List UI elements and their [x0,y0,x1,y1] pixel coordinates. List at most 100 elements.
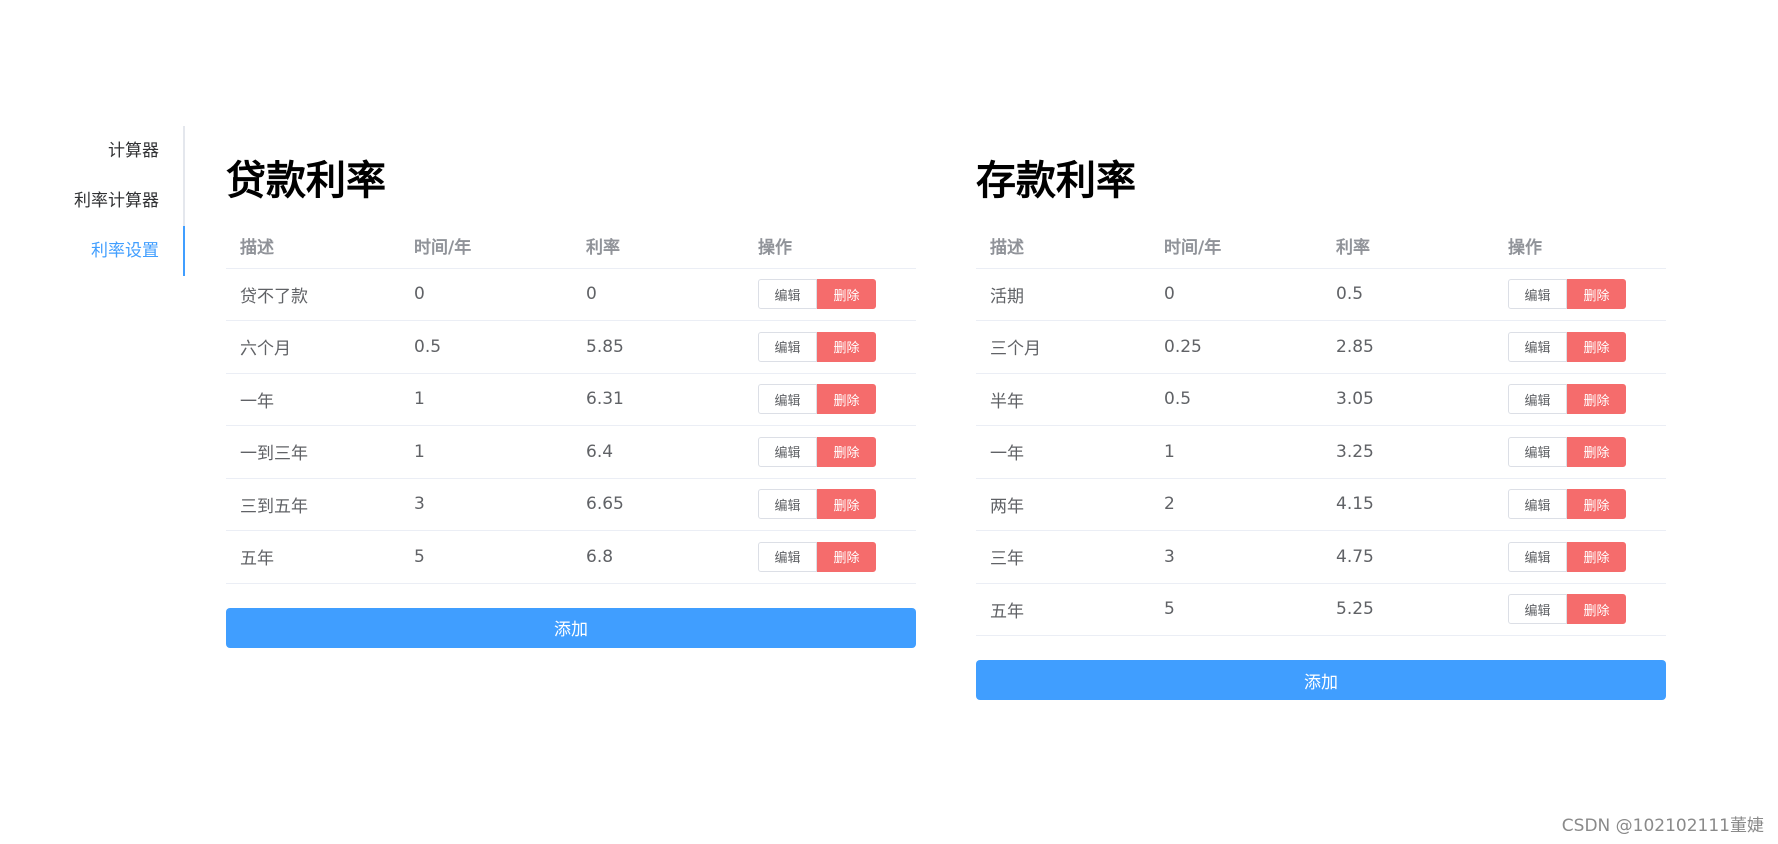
cell-desc: 三到五年 [226,478,400,531]
cell-desc: 半年 [976,373,1150,426]
cell-rate: 4.15 [1322,478,1494,531]
edit-button[interactable]: 编辑 [1508,279,1567,310]
table-header-row: 描述 时间/年 利率 操作 [226,224,916,269]
table-row: 活期 0 0.5 编辑 删除 [976,268,1666,321]
table-row: 一年 1 3.25 编辑 删除 [976,425,1666,479]
tab-calculator[interactable]: 计算器 [40,126,183,176]
table-row: 两年 2 4.15 编辑 删除 [976,478,1666,531]
cell-desc: 三个月 [976,320,1150,374]
cell-rate: 5.25 [1322,583,1494,636]
delete-button[interactable]: 删除 [1567,384,1626,415]
table-row: 一到三年 1 6.4 编辑 删除 [226,425,916,479]
column-header-desc: 描述 [976,224,1150,269]
edit-button[interactable]: 编辑 [1508,594,1567,625]
column-header-actions: 操作 [744,224,916,269]
column-header-years: 时间/年 [1150,224,1322,269]
cell-years: 0 [1150,268,1322,321]
table-row: 五年 5 6.8 编辑 删除 [226,530,916,584]
cell-years: 0.5 [400,320,572,374]
edit-button[interactable]: 编辑 [758,384,817,415]
cell-desc: 贷不了款 [226,268,400,321]
cell-rate: 0.5 [1322,268,1494,321]
delete-button[interactable]: 删除 [817,331,876,362]
table-row: 五年 5 5.25 编辑 删除 [976,583,1666,636]
delete-button[interactable]: 删除 [817,384,876,415]
edit-button[interactable]: 编辑 [758,541,817,572]
cell-actions: 编辑 删除 [1494,583,1666,636]
tab-rate-calculator[interactable]: 利率计算器 [40,176,183,226]
table-row: 六个月 0.5 5.85 编辑 删除 [226,320,916,374]
cell-years: 1 [1150,425,1322,479]
loan-rate-table: 描述 时间/年 利率 操作 贷不了款 0 0 编辑 删除 六个月 0.5 5.85 编辑 删除 一年… [226,224,916,584]
table-header-row: 描述 时间/年 利率 操作 [976,224,1666,269]
edit-button[interactable]: 编辑 [758,436,817,467]
cell-desc: 两年 [976,478,1150,531]
cell-rate: 2.85 [1322,320,1494,374]
cell-actions: 编辑 删除 [1494,373,1666,426]
cell-desc: 一年 [226,373,400,426]
row-action-group: 编辑 删除 [1508,331,1626,362]
cell-desc: 六个月 [226,320,400,374]
row-action-group: 编辑 删除 [758,489,876,520]
app-root: 计算器 利率计算器 利率设置 贷款利率 描述 时间/年 利率 操作 贷不了款 0 0… [0,0,1778,844]
cell-actions: 编辑 删除 [744,478,916,531]
cell-years: 5 [400,530,572,584]
edit-button[interactable]: 编辑 [1508,436,1567,467]
delete-button[interactable]: 删除 [1567,436,1626,467]
deposit-rate-table: 描述 时间/年 利率 操作 活期 0 0.5 编辑 删除 三个月 0.25 2.85 编辑 删除半… [976,224,1666,636]
tab-rate-settings[interactable]: 利率设置 [40,226,185,276]
loan-rate-panel: 贷款利率 描述 时间/年 利率 操作 贷不了款 0 0 编辑 删除 六个月 0.5 5.85 编… [226,150,916,648]
delete-button[interactable]: 删除 [1567,279,1626,310]
delete-button[interactable]: 删除 [817,489,876,520]
edit-button[interactable]: 编辑 [1508,384,1567,415]
cell-rate: 6.31 [572,373,744,426]
deposit-add-button[interactable]: 添加 [976,660,1666,700]
delete-button[interactable]: 删除 [1567,331,1626,362]
cell-actions: 编辑 删除 [744,373,916,426]
row-action-group: 编辑 删除 [1508,489,1626,520]
cell-actions: 编辑 删除 [744,425,916,479]
table-row: 半年 0.5 3.05 编辑 删除 [976,373,1666,426]
edit-button[interactable]: 编辑 [1508,489,1567,520]
cell-years: 1 [400,373,572,426]
cell-rate: 6.8 [572,530,744,584]
cell-rate: 6.4 [572,425,744,479]
delete-button[interactable]: 删除 [1567,541,1626,572]
row-action-group: 编辑 删除 [758,436,876,467]
cell-actions: 编辑 删除 [744,530,916,584]
edit-button[interactable]: 编辑 [758,279,817,310]
delete-button[interactable]: 删除 [817,436,876,467]
cell-actions: 编辑 删除 [1494,425,1666,479]
cell-actions: 编辑 删除 [1494,320,1666,374]
cell-desc: 三年 [976,530,1150,584]
sidebar-tabs: 计算器 利率计算器 利率设置 [40,126,185,276]
loan-add-button[interactable]: 添加 [226,607,916,648]
delete-button[interactable]: 删除 [1567,489,1626,520]
cell-desc: 一年 [976,425,1150,479]
delete-button[interactable]: 删除 [1567,594,1626,625]
cell-years: 0.25 [1150,320,1322,374]
table-row: 三年 3 4.75 编辑 删除 [976,530,1666,584]
edit-button[interactable]: 编辑 [1508,331,1567,362]
table-row: 贷不了款 0 0 编辑 删除 [226,268,916,321]
column-header-rate: 利率 [1322,224,1494,269]
cell-actions: 编辑 删除 [744,320,916,374]
cell-rate: 3.05 [1322,373,1494,426]
row-action-group: 编辑 删除 [1508,384,1626,415]
deposit-rate-title: 存款利率 [976,158,1136,204]
csdn-watermark: CSDN @102102111董婕 [1561,816,1764,836]
cell-desc: 活期 [976,268,1150,321]
cell-rate: 5.85 [572,320,744,374]
edit-button[interactable]: 编辑 [758,489,817,520]
delete-button[interactable]: 删除 [817,279,876,310]
edit-button[interactable]: 编辑 [758,331,817,362]
edit-button[interactable]: 编辑 [1508,541,1567,572]
cell-actions: 编辑 删除 [1494,268,1666,321]
row-action-group: 编辑 删除 [1508,436,1626,467]
cell-actions: 编辑 删除 [1494,530,1666,584]
delete-button[interactable]: 删除 [817,541,876,572]
row-action-group: 编辑 删除 [758,541,876,572]
loan-rate-title: 贷款利率 [226,158,386,204]
column-header-rate: 利率 [572,224,744,269]
cell-years: 2 [1150,478,1322,531]
